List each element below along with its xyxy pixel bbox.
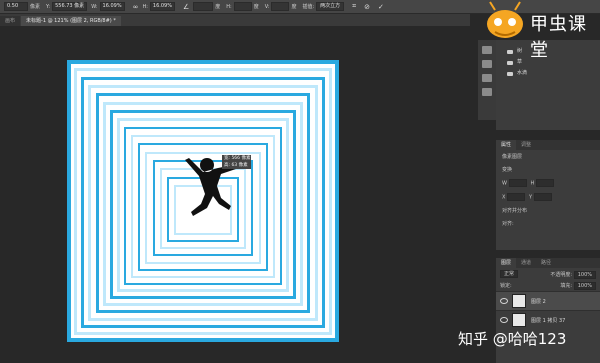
link-icon[interactable]: ∞	[133, 3, 139, 11]
tab-canvas[interactable]: 画布	[0, 16, 21, 26]
rotate-icon: ∠	[182, 2, 190, 11]
interpolation-label: 插值:	[302, 4, 315, 10]
layer-thumbnail	[512, 294, 526, 308]
transform-size-row: W H	[496, 176, 600, 190]
h-input[interactable]	[536, 179, 555, 187]
cancel-icon[interactable]: ⊘	[364, 3, 370, 11]
skew-v-label: V:	[264, 3, 270, 10]
logo-text: 甲虫课堂	[530, 14, 587, 61]
library-item[interactable]: 水滴	[496, 68, 600, 79]
layer-row[interactable]: 图层 1 拷贝 37	[496, 310, 600, 329]
y-input[interactable]	[534, 193, 553, 201]
library-item-label: 水滴	[517, 70, 528, 76]
skew-h-unit: 度	[253, 4, 259, 10]
brush-settings-icon[interactable]	[482, 60, 492, 68]
tab-paths[interactable]: 路径	[536, 258, 556, 268]
tooltip-width: 宽: 566 像素	[224, 156, 251, 161]
h-value[interactable]: 16.09%	[149, 2, 175, 11]
h-label: H	[530, 180, 535, 187]
w-field[interactable]: W: 16.09%	[91, 2, 125, 11]
layer-thumbnail	[512, 313, 526, 327]
tab-channels[interactable]: 通道	[516, 258, 536, 268]
lock-label: 锁定:	[500, 283, 512, 289]
tab-document[interactable]: 未标题-1 @ 121% (图层 2, RGB/8#) *	[21, 16, 121, 26]
folder-icon	[507, 60, 513, 65]
tab-layers[interactable]: 图层	[496, 258, 517, 268]
align-header: 对齐并分布	[502, 208, 528, 214]
transform-pos-row: X Y	[496, 190, 600, 204]
visibility-eye-icon[interactable]	[500, 298, 508, 304]
transform-tooltip: 宽: 566 像素 高: 63 像素	[222, 155, 251, 169]
y-label: Y:	[46, 3, 51, 10]
properties-panel: 属性 调整 像素图层 变换 W H X Y 对齐并分布 对齐:	[496, 140, 600, 250]
skew-h-field[interactable]: H: 度	[226, 2, 260, 11]
warp-icon[interactable]: ⌗	[352, 2, 356, 11]
blend-row: 正常 不透明度: 100%	[496, 268, 600, 280]
w-value[interactable]: 16.09%	[99, 2, 125, 11]
folder-icon	[507, 49, 513, 54]
panel-icon-strip	[478, 40, 496, 120]
tab-adjustments[interactable]: 调整	[516, 140, 536, 150]
layer-name: 图层 1 拷贝 37	[531, 317, 566, 324]
visibility-eye-icon[interactable]	[500, 317, 508, 323]
interpolation-select[interactable]: 两次立方	[316, 2, 345, 11]
commit-check-icon[interactable]: ✓	[378, 3, 384, 11]
x-unit: 像素	[30, 4, 41, 10]
h-label: H:	[142, 3, 148, 10]
w-input[interactable]	[508, 179, 527, 187]
y-label: Y	[529, 194, 533, 201]
blend-mode-select[interactable]: 正常	[500, 270, 519, 278]
tab-properties[interactable]: 属性	[496, 140, 517, 150]
opacity-label: 不透明度:	[550, 271, 573, 278]
skew-v-unit: 度	[291, 4, 297, 10]
opacity-input[interactable]: 100%	[573, 270, 596, 279]
pixel-layer-label: 像素图层	[502, 154, 523, 160]
angle-unit: 度	[215, 4, 221, 10]
w-label: W:	[91, 3, 98, 10]
y-field[interactable]: Y: 556.73 像素	[46, 2, 88, 11]
watermark: 知乎 @哈哈123	[458, 330, 567, 348]
layer-row[interactable]: 图层 2	[496, 291, 600, 310]
fill-label: 填充:	[560, 283, 573, 289]
angle-field[interactable]: 度	[193, 2, 222, 11]
fill-input[interactable]: 100%	[573, 282, 596, 290]
x-field[interactable]: 0.50 像素	[4, 2, 42, 11]
library-item-label: 草	[517, 59, 523, 65]
paragraph-icon[interactable]	[482, 88, 492, 96]
w-label: W	[502, 180, 507, 187]
x-label: X	[502, 194, 506, 201]
document-tabs: 画布 未标题-1 @ 121% (图层 2, RGB/8#) *	[0, 14, 470, 26]
y-value[interactable]: 556.73 像素	[52, 2, 88, 11]
h-field[interactable]: H: 16.09%	[142, 2, 175, 11]
folder-icon	[507, 71, 513, 76]
skew-h-label: H:	[226, 3, 232, 10]
history-icon[interactable]	[482, 46, 492, 54]
skew-v-value[interactable]	[271, 2, 290, 11]
skew-h-value[interactable]	[233, 2, 252, 11]
angle-value[interactable]	[193, 2, 214, 11]
properties-tabs: 属性 调整	[496, 140, 600, 150]
transform-header: 变换	[502, 167, 513, 173]
skew-v-field[interactable]: V: 度	[265, 2, 299, 11]
document-canvas[interactable]	[67, 60, 339, 342]
interpolation-field[interactable]: 插值: 两次立方	[302, 2, 345, 11]
tooltip-height: 高: 63 像素	[224, 163, 248, 168]
lock-row: 锁定: 填充: 100%	[496, 280, 600, 291]
align-label: 对齐:	[502, 221, 514, 227]
layer-name: 图层 2	[531, 298, 546, 305]
x-value[interactable]: 0.50	[4, 2, 28, 11]
layers-tabs: 图层 通道 路径	[496, 258, 600, 268]
character-icon[interactable]	[482, 74, 492, 82]
x-input[interactable]	[507, 193, 526, 201]
library-item-label: 树	[517, 48, 523, 54]
